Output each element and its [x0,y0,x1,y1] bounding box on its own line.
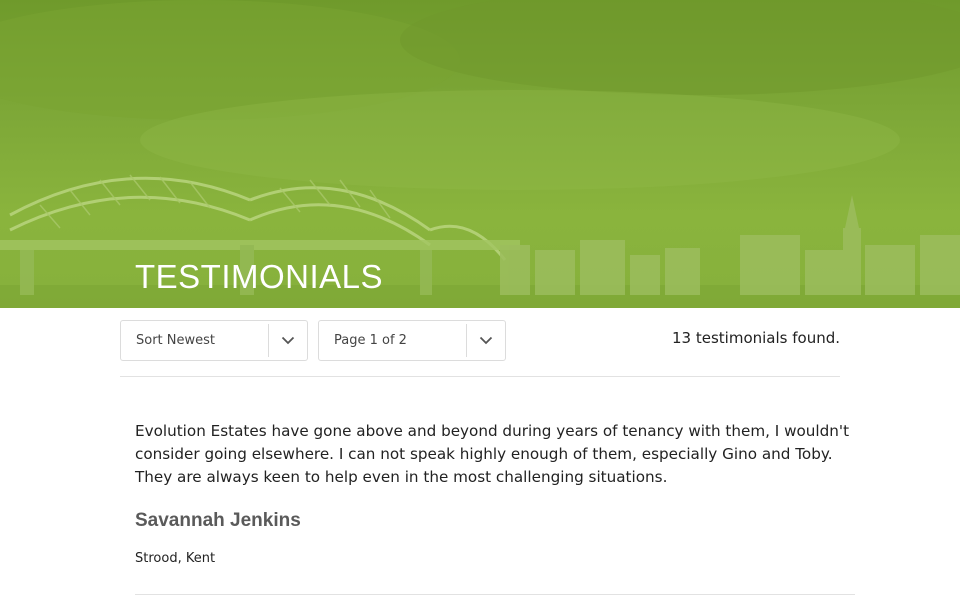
sort-select-value: Sort Newest [136,333,216,348]
divider [135,594,855,595]
page-select[interactable]: Page 1 of 2 [318,320,506,361]
page-select-value: Page 1 of 2 [334,333,407,348]
testimonial-author: Savannah Jenkins [135,510,301,531]
page-title: TESTIMONIALS [135,258,384,295]
chevron-down-icon[interactable] [269,321,307,360]
divider [120,376,840,377]
sort-select[interactable]: Sort Newest [120,320,308,361]
chevron-down-icon[interactable] [467,321,505,360]
results-count: 13 testimonials found. [672,329,840,347]
testimonial-quote: Evolution Estates have gone above and be… [135,422,850,486]
testimonial-location: Strood, Kent [135,551,216,566]
hero-banner: TESTIMONIALS [0,0,960,308]
